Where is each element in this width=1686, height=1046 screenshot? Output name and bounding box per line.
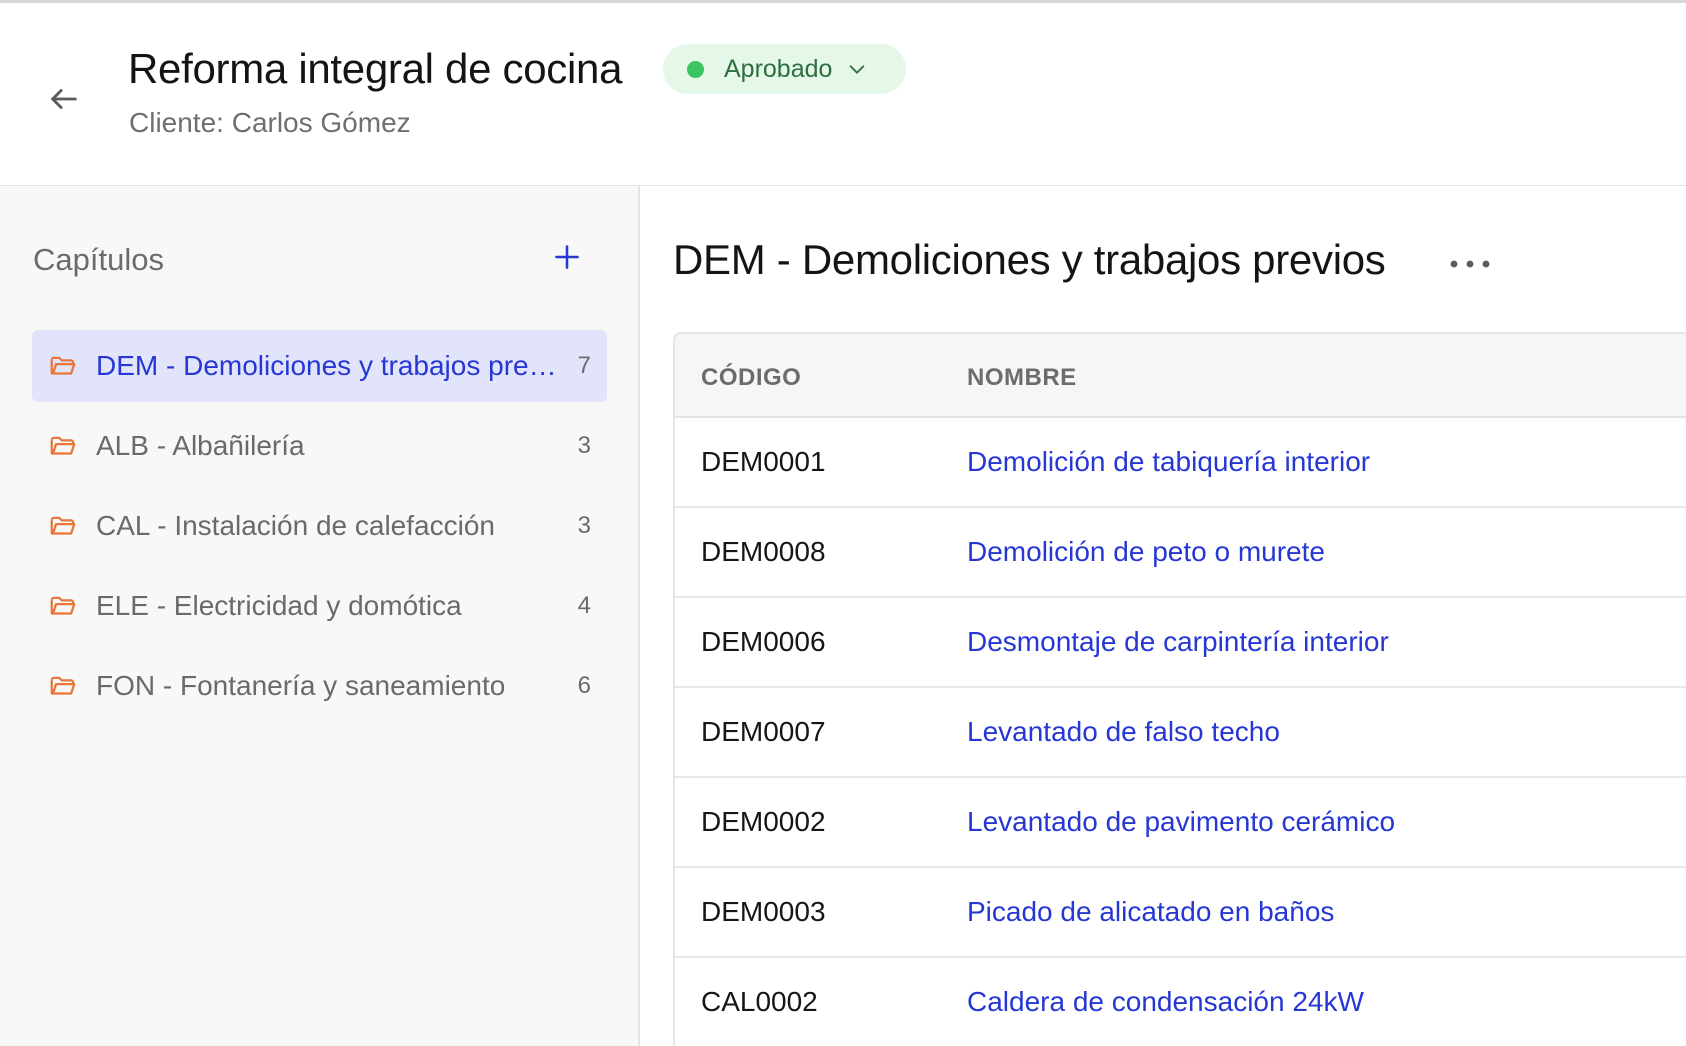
- page-title: Reforma integral de cocina: [128, 45, 623, 92]
- chapters-sidebar: Capítulos DEM - Demoliciones y trabajos …: [0, 186, 640, 1046]
- item-name-link[interactable]: Levantado de falso techo: [967, 716, 1280, 748]
- item-code: CAL0002: [701, 986, 818, 1017]
- client-name: Cliente: Carlos Gómez: [129, 107, 411, 138]
- table-row[interactable]: DEM0008 Demolición de peto o murete: [675, 508, 1686, 598]
- back-button[interactable]: [40, 75, 88, 123]
- page-header: Reforma integral de cocina Aprobado Clie…: [0, 0, 1686, 186]
- chapter-count: 4: [577, 592, 591, 619]
- item-name-link[interactable]: Levantado de pavimento cerámico: [967, 806, 1395, 838]
- item-code: DEM0007: [701, 716, 826, 747]
- more-horizontal-icon: [1450, 260, 1490, 268]
- chapter-item-dem[interactable]: DEM - Demoliciones y trabajos previos 7: [32, 330, 607, 402]
- table-row[interactable]: DEM0002 Levantado de pavimento cerámico: [675, 778, 1686, 868]
- add-chapter-button[interactable]: [548, 238, 586, 276]
- item-code: DEM0003: [701, 896, 826, 927]
- arrow-left-icon: [51, 89, 77, 109]
- chapter-count: 7: [577, 352, 591, 379]
- app: Reforma integral de cocina Aprobado Clie…: [0, 0, 1686, 1046]
- item-name-link[interactable]: Desmontaje de carpintería interior: [967, 626, 1389, 658]
- chapter-label: ALB - Albañilería: [96, 430, 305, 461]
- folder-open-icon: [50, 436, 76, 455]
- table-row[interactable]: DEM0001 Demolición de tabiquería interio…: [675, 418, 1686, 508]
- table-row[interactable]: DEM0006 Desmontaje de carpintería interi…: [675, 598, 1686, 688]
- item-name-link[interactable]: Picado de alicatado en baños: [967, 896, 1334, 928]
- item-code: DEM0002: [701, 806, 826, 837]
- chapter-item-cal[interactable]: CAL - Instalación de calefacción 3: [32, 490, 607, 562]
- chapter-item-fon[interactable]: FON - Fontanería y saneamiento 6: [32, 650, 607, 722]
- chapter-label: CAL - Instalación de calefacción: [96, 510, 495, 541]
- item-name-link[interactable]: Demolición de peto o murete: [967, 536, 1325, 568]
- chapter-count: 6: [577, 672, 591, 699]
- status-dot-icon: [687, 60, 704, 78]
- item-code: DEM0008: [701, 536, 826, 567]
- status-dropdown[interactable]: Aprobado: [663, 44, 906, 94]
- chevron-down-icon: [846, 58, 868, 80]
- plus-icon: [555, 245, 579, 269]
- folder-open-icon: [50, 516, 76, 535]
- status-label: Aprobado: [724, 54, 833, 83]
- sidebar-title: Capítulos: [33, 242, 164, 277]
- items-table: CÓDIGO NOMBRE DEM0001 Demolición de tabi…: [673, 332, 1686, 1046]
- table-row[interactable]: DEM0007 Levantado de falso techo: [675, 688, 1686, 778]
- chapter-label: DEM - Demoliciones y trabajos previos: [96, 350, 566, 381]
- chapter-label: ELE - Electricidad y domótica: [96, 590, 462, 621]
- chapter-label: FON - Fontanería y saneamiento: [96, 670, 506, 701]
- chapter-detail: DEM - Demoliciones y trabajos previos CÓ…: [642, 186, 1686, 1046]
- table-row[interactable]: CAL0002 Caldera de condensación 24kW: [675, 958, 1686, 1046]
- folder-open-icon: [50, 356, 76, 375]
- item-name-link[interactable]: Caldera de condensación 24kW: [967, 986, 1364, 1018]
- table-row[interactable]: DEM0003 Picado de alicatado en baños: [675, 868, 1686, 958]
- folder-open-icon: [50, 596, 76, 615]
- chapter-list: DEM - Demoliciones y trabajos previos 7 …: [32, 330, 607, 730]
- chapter-heading: DEM - Demoliciones y trabajos previos: [673, 236, 1386, 283]
- table-header: CÓDIGO NOMBRE: [675, 334, 1686, 418]
- chapter-item-alb[interactable]: ALB - Albañilería 3: [32, 410, 607, 482]
- item-name-link[interactable]: Demolición de tabiquería interior: [967, 446, 1370, 478]
- chapter-item-ele[interactable]: ELE - Electricidad y domótica 4: [32, 570, 607, 642]
- item-code: DEM0001: [701, 446, 826, 477]
- column-header-code[interactable]: CÓDIGO: [701, 364, 801, 392]
- chapter-count: 3: [577, 432, 591, 459]
- folder-open-icon: [50, 676, 76, 695]
- item-code: DEM0006: [701, 626, 826, 657]
- column-header-name[interactable]: NOMBRE: [967, 364, 1077, 392]
- more-options-button[interactable]: [1442, 244, 1498, 284]
- chapter-count: 3: [577, 512, 591, 539]
